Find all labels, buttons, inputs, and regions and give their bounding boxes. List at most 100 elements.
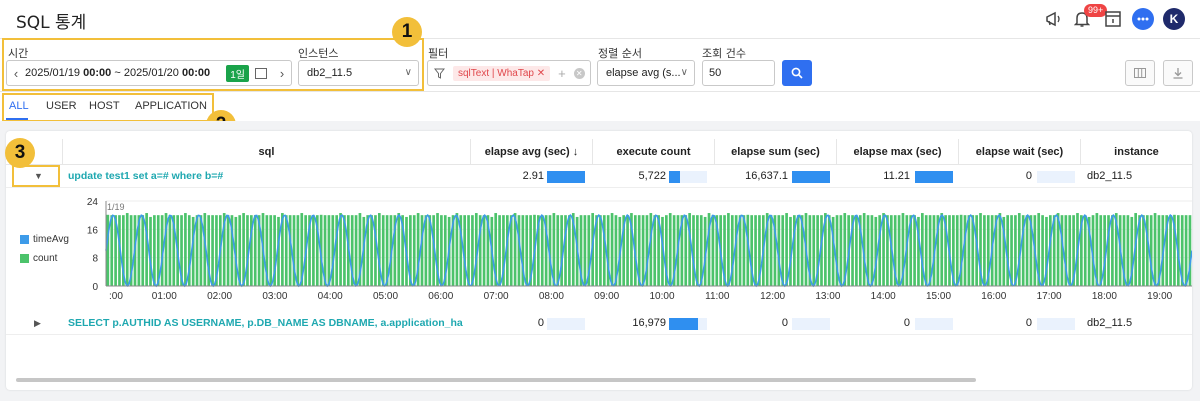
- count-bar: [1145, 215, 1149, 286]
- bar-fill: [915, 171, 953, 183]
- count-bar: [1111, 215, 1114, 286]
- x-tick-label: 06:00: [428, 291, 453, 301]
- count-bar: [1142, 215, 1145, 286]
- download-button[interactable]: [1163, 60, 1193, 86]
- date-label: 1/19: [107, 202, 125, 212]
- count-bar: [397, 213, 401, 286]
- count-bar: [785, 213, 788, 286]
- count-bar: [696, 215, 699, 286]
- x-tick-label: 13:00: [815, 291, 840, 301]
- count-bar: [525, 215, 529, 286]
- clear-icon[interactable]: ✕: [573, 67, 585, 79]
- horizontal-scrollbar[interactable]: [16, 378, 976, 382]
- annotation-box-3: [12, 165, 60, 187]
- elapse-avg-value: 2.91: [522, 170, 544, 182]
- col-elapse-avg[interactable]: elapse avg (sec) ↓: [470, 139, 592, 165]
- col-instance[interactable]: instance: [1080, 139, 1192, 165]
- count-bar: [583, 215, 587, 286]
- expand-caret-icon[interactable]: ▶: [34, 318, 41, 329]
- sort-label: 정렬 순서: [598, 47, 642, 60]
- bar-fill: [547, 171, 585, 183]
- count-bar: [653, 215, 657, 286]
- timeseries-chart[interactable]: 24 16 8 0 1/19:00 01:00 02:00 03:00 04:00 05:00 06…: [6, 191, 1192, 301]
- sql-text[interactable]: update test1 set a=# where b=#: [68, 164, 463, 188]
- annotation-number-3: 3: [5, 138, 35, 168]
- y-tick-label: 8: [92, 254, 98, 265]
- count-bar: [106, 214, 110, 286]
- x-tick-label: 11:00: [705, 291, 730, 301]
- count-bar: [498, 215, 501, 286]
- count-bar: [1083, 215, 1087, 286]
- count-bar: [827, 215, 831, 286]
- execute-count-value: 5,722: [638, 170, 666, 182]
- elapse-max-value: 11.21: [883, 170, 910, 182]
- bar-fill: [669, 171, 681, 183]
- x-tick-label: 09:00: [594, 291, 619, 301]
- count-bar: [641, 215, 645, 286]
- table-header: sql elapse avg (sec) ↓ execute count ela…: [6, 139, 1192, 165]
- col-elapse-wait[interactable]: elapse wait (sec): [958, 139, 1080, 165]
- filter-field[interactable]: sqlText | WhaTap ✕ + ✕: [427, 60, 591, 86]
- count-bar: [796, 215, 800, 286]
- count-bar: [1153, 213, 1157, 286]
- plus-icon[interactable]: +: [558, 66, 566, 81]
- x-tick-label: 17:00: [1037, 291, 1062, 301]
- col-sql[interactable]: sql: [62, 139, 470, 165]
- count-bar: [331, 215, 335, 286]
- elapse-sum-value: 0: [781, 317, 788, 329]
- count-bar: [168, 215, 172, 286]
- col-execute-count[interactable]: execute count: [592, 139, 714, 165]
- x-tick-label: 16:00: [981, 291, 1006, 301]
- count-bar: [897, 215, 901, 286]
- download-icon: [1173, 67, 1183, 79]
- count-bar: [327, 215, 331, 286]
- table-row[interactable]: ▼ update test1 set a=# where b=# 2.91 5,…: [6, 164, 1192, 188]
- table-row[interactable]: ▶ SELECT p.AUTHID AS USERNAME, p.DB_NAME…: [6, 311, 1192, 335]
- count-bar: [556, 215, 560, 286]
- count-bar: [684, 215, 688, 286]
- count-input[interactable]: 50: [702, 60, 775, 86]
- col-elapse-max[interactable]: elapse max (sec): [836, 139, 958, 165]
- count-bar: [1068, 215, 1072, 286]
- count-bar: [370, 215, 373, 286]
- count-bar: [738, 215, 742, 286]
- count-bar: [339, 213, 342, 286]
- x-tick-label: 07:00: [484, 291, 509, 301]
- col-elapse-sum[interactable]: elapse sum (sec): [714, 139, 836, 165]
- elapse-wait-bar: [1037, 318, 1075, 330]
- count-bar: [354, 215, 358, 286]
- count-bar: [983, 215, 986, 286]
- info-window-icon[interactable]: [1102, 8, 1124, 30]
- count-bar: [940, 213, 944, 286]
- elapse-wait-value: 0: [1025, 170, 1032, 182]
- x-tick-label: 01:00: [152, 291, 177, 301]
- count-bar: [1041, 215, 1044, 286]
- y-tick-label: 16: [87, 225, 99, 236]
- filter-label: 필터: [428, 47, 449, 60]
- sql-text[interactable]: SELECT p.AUTHID AS USERNAME, p.DB_NAME A…: [68, 311, 463, 335]
- filter-chip[interactable]: sqlText | WhaTap ✕: [453, 65, 551, 81]
- x-tick-label: 18:00: [1092, 291, 1117, 301]
- count-label: 조회 건수: [702, 47, 746, 60]
- x-tick-label: 15:00: [926, 291, 951, 301]
- search-button[interactable]: [782, 60, 812, 86]
- chat-icon[interactable]: [1132, 8, 1154, 30]
- annotation-box-1: [2, 38, 424, 91]
- y-tick-label: 24: [87, 197, 99, 208]
- page-title: SQL 통계: [16, 13, 87, 33]
- elapse-wait-bar: [1037, 171, 1075, 183]
- count-bar: [1126, 215, 1130, 286]
- elapse-sum-bar: [792, 318, 830, 330]
- sort-select[interactable]: elapse avg (s... ∨: [597, 60, 695, 86]
- count-bar: [1169, 215, 1172, 286]
- user-avatar[interactable]: K: [1163, 8, 1185, 30]
- x-tick-label: 04:00: [318, 291, 343, 301]
- count-bar: [870, 215, 874, 286]
- elapse-max-value: 0: [903, 317, 910, 329]
- x-tick-label: 14:00: [871, 291, 896, 301]
- columns-button[interactable]: [1125, 60, 1155, 86]
- megaphone-icon[interactable]: [1043, 8, 1065, 30]
- execute-count-bar: [669, 171, 707, 183]
- count-bar: [812, 215, 816, 286]
- count-bar: [226, 215, 230, 286]
